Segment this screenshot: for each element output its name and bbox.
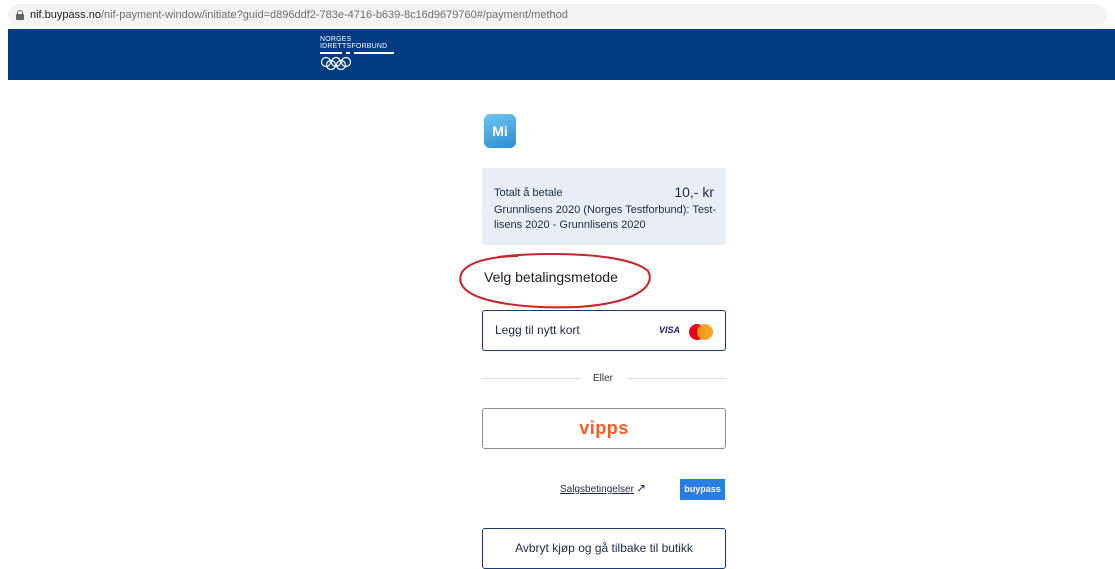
merchant-logo: Mi xyxy=(484,114,516,148)
address-bar: nif.buypass.no/nif-payment-window/initia… xyxy=(0,0,1115,28)
url-text[interactable]: nif.buypass.no/nif-payment-window/initia… xyxy=(30,9,568,21)
annotation-circle xyxy=(459,252,651,309)
cancel-label: Avbryt kjøp og gå tilbake til butikk xyxy=(515,541,693,555)
logo-bar xyxy=(320,52,342,54)
olympic-rings-icon xyxy=(320,56,352,70)
logo-bar xyxy=(346,52,350,54)
header-banner xyxy=(8,29,1115,80)
buypass-logo: buypass xyxy=(680,479,725,500)
lock-icon[interactable] xyxy=(16,10,24,20)
logo-line-1: NORGES xyxy=(320,36,352,43)
logo-line-2: IDRETTSFORBUND xyxy=(320,43,388,50)
vipps-button[interactable]: vipps xyxy=(482,408,726,449)
total-amount: 10,- kr xyxy=(674,184,714,200)
terms-link[interactable]: Salgsbetingelser xyxy=(560,484,634,495)
total-label: Totalt å betale xyxy=(494,187,563,199)
logo-bar xyxy=(354,52,394,54)
order-summary: Totalt å betale 10,- kr Grunnlisens 2020… xyxy=(482,168,726,245)
cancel-button[interactable]: Avbryt kjøp og gå tilbake til butikk xyxy=(482,528,726,569)
external-link-icon[interactable]: ↗ xyxy=(636,481,646,495)
add-card-label: Legg til nytt kort xyxy=(495,323,580,337)
divider-right xyxy=(628,378,726,379)
visa-icon: VISA xyxy=(659,325,681,335)
add-card-button[interactable]: Legg til nytt kort VISA xyxy=(482,310,726,351)
divider-left xyxy=(482,378,580,379)
nif-logo: NORGES IDRETTSFORBUND xyxy=(320,36,400,76)
mastercard-icon xyxy=(689,324,713,340)
or-label: Eller xyxy=(593,373,614,384)
vipps-logo: vipps xyxy=(579,418,629,438)
order-description: Grunnlisens 2020 (Norges Testforbund): T… xyxy=(494,204,717,231)
